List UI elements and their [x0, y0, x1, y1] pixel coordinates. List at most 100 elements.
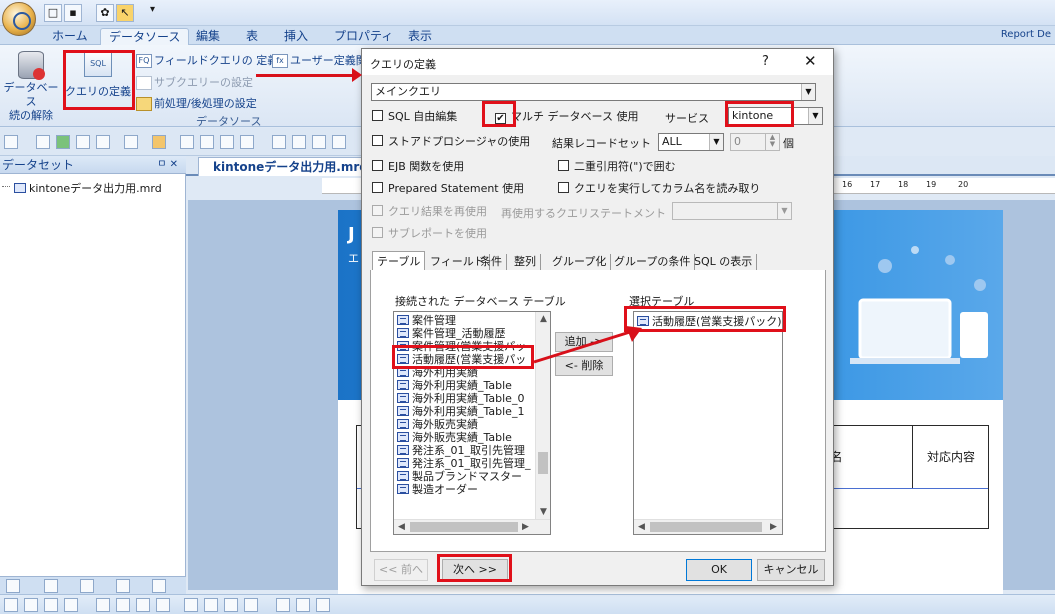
- panel-tab-icon[interactable]: [80, 579, 94, 593]
- tab-table[interactable]: テーブル: [372, 251, 426, 272]
- reuse-result-checkbox[interactable]: クエリ結果を再使用: [372, 205, 487, 218]
- align-icon[interactable]: [136, 598, 150, 612]
- toolbar-icon[interactable]: [56, 135, 70, 149]
- toolbar-icon[interactable]: [200, 135, 214, 149]
- align-icon[interactable]: [4, 598, 18, 612]
- align-icon[interactable]: [44, 598, 58, 612]
- pointer-icon[interactable]: ↖: [116, 4, 134, 22]
- panel-tab-icon[interactable]: [6, 579, 20, 593]
- help-button[interactable]: ?: [762, 54, 769, 69]
- panel-tab-icon[interactable]: [44, 579, 58, 593]
- list-item[interactable]: 海外販売実績_Table: [397, 431, 512, 444]
- align-icon[interactable]: [116, 598, 130, 612]
- list-item[interactable]: 製品ブランドマスター: [397, 470, 522, 483]
- app-menu-button[interactable]: [2, 2, 36, 36]
- toolbar-icon[interactable]: [76, 135, 90, 149]
- result-recordset-select[interactable]: ALL ▼: [658, 133, 724, 151]
- horizontal-scrollbar[interactable]: ◀ ▶: [634, 519, 782, 534]
- toolbar-icon[interactable]: [312, 135, 326, 149]
- align-icon[interactable]: [24, 598, 38, 612]
- new-file-icon[interactable]: □: [44, 4, 62, 22]
- tab-insert[interactable]: 挿入: [276, 28, 316, 45]
- close-button[interactable]: ✕: [804, 52, 817, 70]
- scroll-thumb[interactable]: [650, 522, 762, 532]
- prepared-stmt-checkbox[interactable]: Prepared Statement 使用: [372, 182, 524, 195]
- user-defined-button[interactable]: fx ユーザー定義関: [272, 52, 367, 68]
- toolbar-icon[interactable]: [272, 135, 286, 149]
- chevron-right-icon[interactable]: ▶: [766, 522, 781, 532]
- toolbar-icon[interactable]: [4, 135, 18, 149]
- chevron-left-icon[interactable]: ◀: [634, 522, 649, 532]
- panel-tab-icon[interactable]: [116, 579, 130, 593]
- align-icon[interactable]: [244, 598, 258, 612]
- query-select[interactable]: メインクエリ ▼: [371, 83, 816, 101]
- settings-icon[interactable]: ✿: [96, 4, 114, 22]
- scroll-thumb[interactable]: [538, 452, 548, 474]
- prev-button[interactable]: << 前へ: [374, 559, 428, 581]
- align-icon[interactable]: [316, 598, 330, 612]
- tab-home[interactable]: ホーム: [44, 28, 96, 45]
- toolbar-icon[interactable]: [180, 135, 194, 149]
- list-item[interactable]: 発注系_01_取引先管理_: [397, 457, 531, 470]
- list-item[interactable]: 海外販売実績: [397, 418, 478, 431]
- subreport-checkbox[interactable]: サブレポートを使用: [372, 227, 487, 240]
- reuse-stmt-select[interactable]: ▼: [672, 202, 792, 220]
- tab-view[interactable]: 表示: [400, 28, 440, 45]
- list-item[interactable]: 海外利用実績_Table_1: [397, 405, 524, 418]
- tab-datasource[interactable]: データソース: [100, 28, 190, 45]
- qat-customize-icon[interactable]: ▾: [150, 4, 155, 15]
- ok-button[interactable]: OK: [686, 559, 752, 581]
- result-count-stepper[interactable]: 0 ▲ ▼: [730, 133, 780, 151]
- tab-condition[interactable]: 条件: [476, 254, 507, 271]
- list-item[interactable]: 製造オーダー: [397, 483, 478, 496]
- toolbar-icon[interactable]: [96, 135, 110, 149]
- list-item[interactable]: 案件管理: [397, 314, 456, 327]
- toolbar-icon[interactable]: [124, 135, 138, 149]
- toolbar-icon[interactable]: [332, 135, 346, 149]
- align-icon[interactable]: [96, 598, 110, 612]
- list-item[interactable]: 案件管理_活動履歴: [397, 327, 506, 340]
- db-disconnect-button[interactable]: データベース 続の解除: [2, 51, 60, 123]
- horizontal-scrollbar[interactable]: ◀ ▶: [394, 519, 550, 534]
- sql-free-edit-checkbox[interactable]: SQL 自由編集: [372, 110, 457, 123]
- selected-tables-list[interactable]: 活動履歴(営業支援パック) ◀ ▶: [633, 311, 783, 535]
- list-item[interactable]: 発注系_01_取引先管理: [397, 444, 525, 457]
- tab-edit[interactable]: 編集: [188, 28, 228, 45]
- multi-db-checkbox[interactable]: ✔ マルチ データベース 使用: [495, 110, 638, 124]
- chevron-right-icon[interactable]: ▶: [518, 522, 533, 532]
- align-icon[interactable]: [156, 598, 170, 612]
- toolbar-icon[interactable]: [240, 135, 254, 149]
- chevron-left-icon[interactable]: ◀: [394, 522, 409, 532]
- run-query-cols-checkbox[interactable]: クエリを実行してカラム名を読み取り: [558, 182, 760, 195]
- tab-group[interactable]: グループ化: [548, 254, 612, 271]
- double-quote-checkbox[interactable]: 二重引用符(")で囲む: [558, 160, 676, 173]
- panel-tab-icon[interactable]: [152, 579, 166, 593]
- tab-group-condition[interactable]: グループの条件: [610, 254, 696, 271]
- stored-proc-checkbox[interactable]: ストアドプロシージャの使用: [372, 135, 530, 148]
- save-icon[interactable]: ▪: [64, 4, 82, 22]
- toolbar-icon[interactable]: [152, 135, 166, 149]
- field-query-def-button[interactable]: FQ フィールドクエリの 定義: [136, 52, 278, 68]
- chevron-down-icon[interactable]: ▼: [536, 507, 550, 517]
- align-icon[interactable]: [64, 598, 78, 612]
- cancel-button[interactable]: キャンセル: [757, 559, 825, 581]
- align-icon[interactable]: [296, 598, 310, 612]
- preprocess-setting-button[interactable]: 前処理/後処理の設定: [136, 95, 257, 111]
- toolbar-icon[interactable]: [220, 135, 234, 149]
- list-item[interactable]: 海外利用実績_Table_0: [397, 392, 524, 405]
- toolbar-icon[interactable]: [36, 135, 50, 149]
- panel-pin-close-icon[interactable]: ㅁ ✕: [157, 156, 178, 174]
- tab-sort[interactable]: 整列: [510, 254, 541, 271]
- align-icon[interactable]: [276, 598, 290, 612]
- toolbar-icon[interactable]: [292, 135, 306, 149]
- align-icon[interactable]: [184, 598, 198, 612]
- tab-table[interactable]: 表: [238, 28, 266, 45]
- dataset-tree-item[interactable]: kintoneデータ出力用.mrd: [2, 180, 162, 196]
- tab-sql-view[interactable]: SQL の表示: [690, 254, 758, 271]
- align-icon[interactable]: [224, 598, 238, 612]
- list-item[interactable]: 海外利用実績_Table: [397, 379, 512, 392]
- scroll-thumb[interactable]: [410, 522, 518, 532]
- tab-property[interactable]: プロパティ: [326, 28, 401, 45]
- align-icon[interactable]: [204, 598, 218, 612]
- subquery-setting-button[interactable]: サブクエリーの設定: [136, 74, 253, 90]
